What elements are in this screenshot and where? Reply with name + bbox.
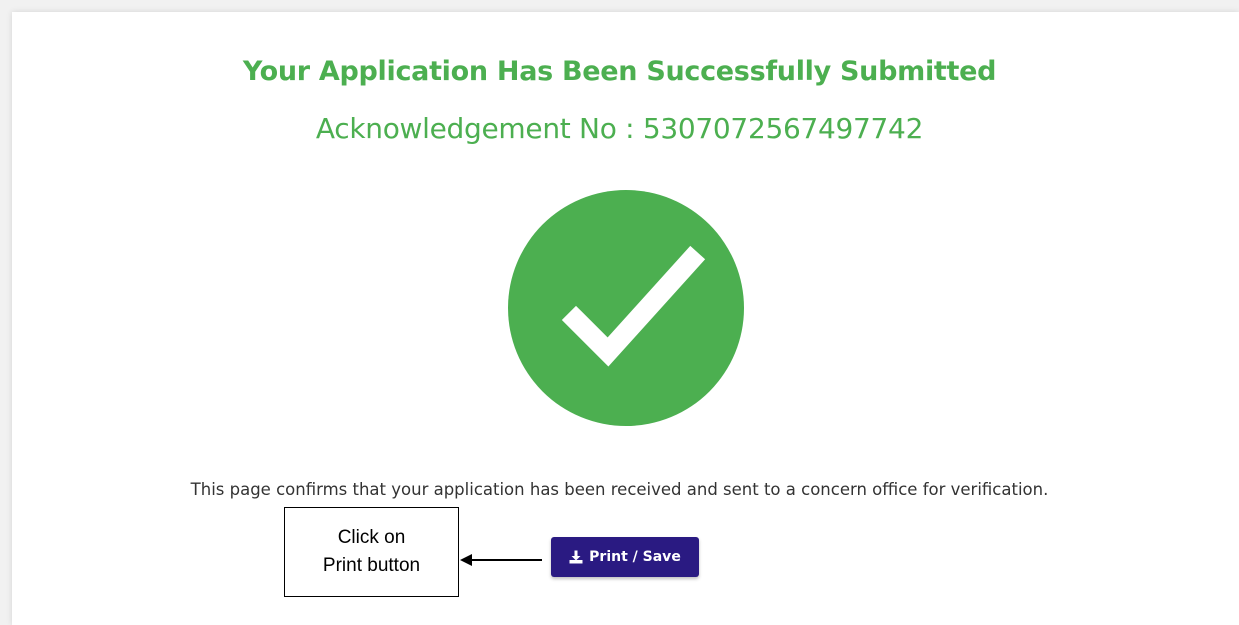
checkmark-icon: [561, 245, 706, 367]
callout-arrow: [460, 554, 542, 566]
print-save-label: Print / Save: [589, 549, 681, 565]
callout-line-1: Click on: [337, 527, 406, 548]
print-save-button[interactable]: Print / Save: [551, 537, 699, 577]
instruction-callout: Click on Print button: [284, 507, 459, 597]
check-circle-icon: [508, 190, 744, 426]
success-title: Your Application Has Been Successfully S…: [242, 56, 997, 87]
callout-line-2: Print button: [322, 555, 421, 576]
confirmation-message: This page confirms that your application…: [190, 480, 1049, 499]
download-icon: [569, 550, 583, 564]
acknowledgement-number: Acknowledgement No : 5307072567497742: [315, 112, 924, 145]
